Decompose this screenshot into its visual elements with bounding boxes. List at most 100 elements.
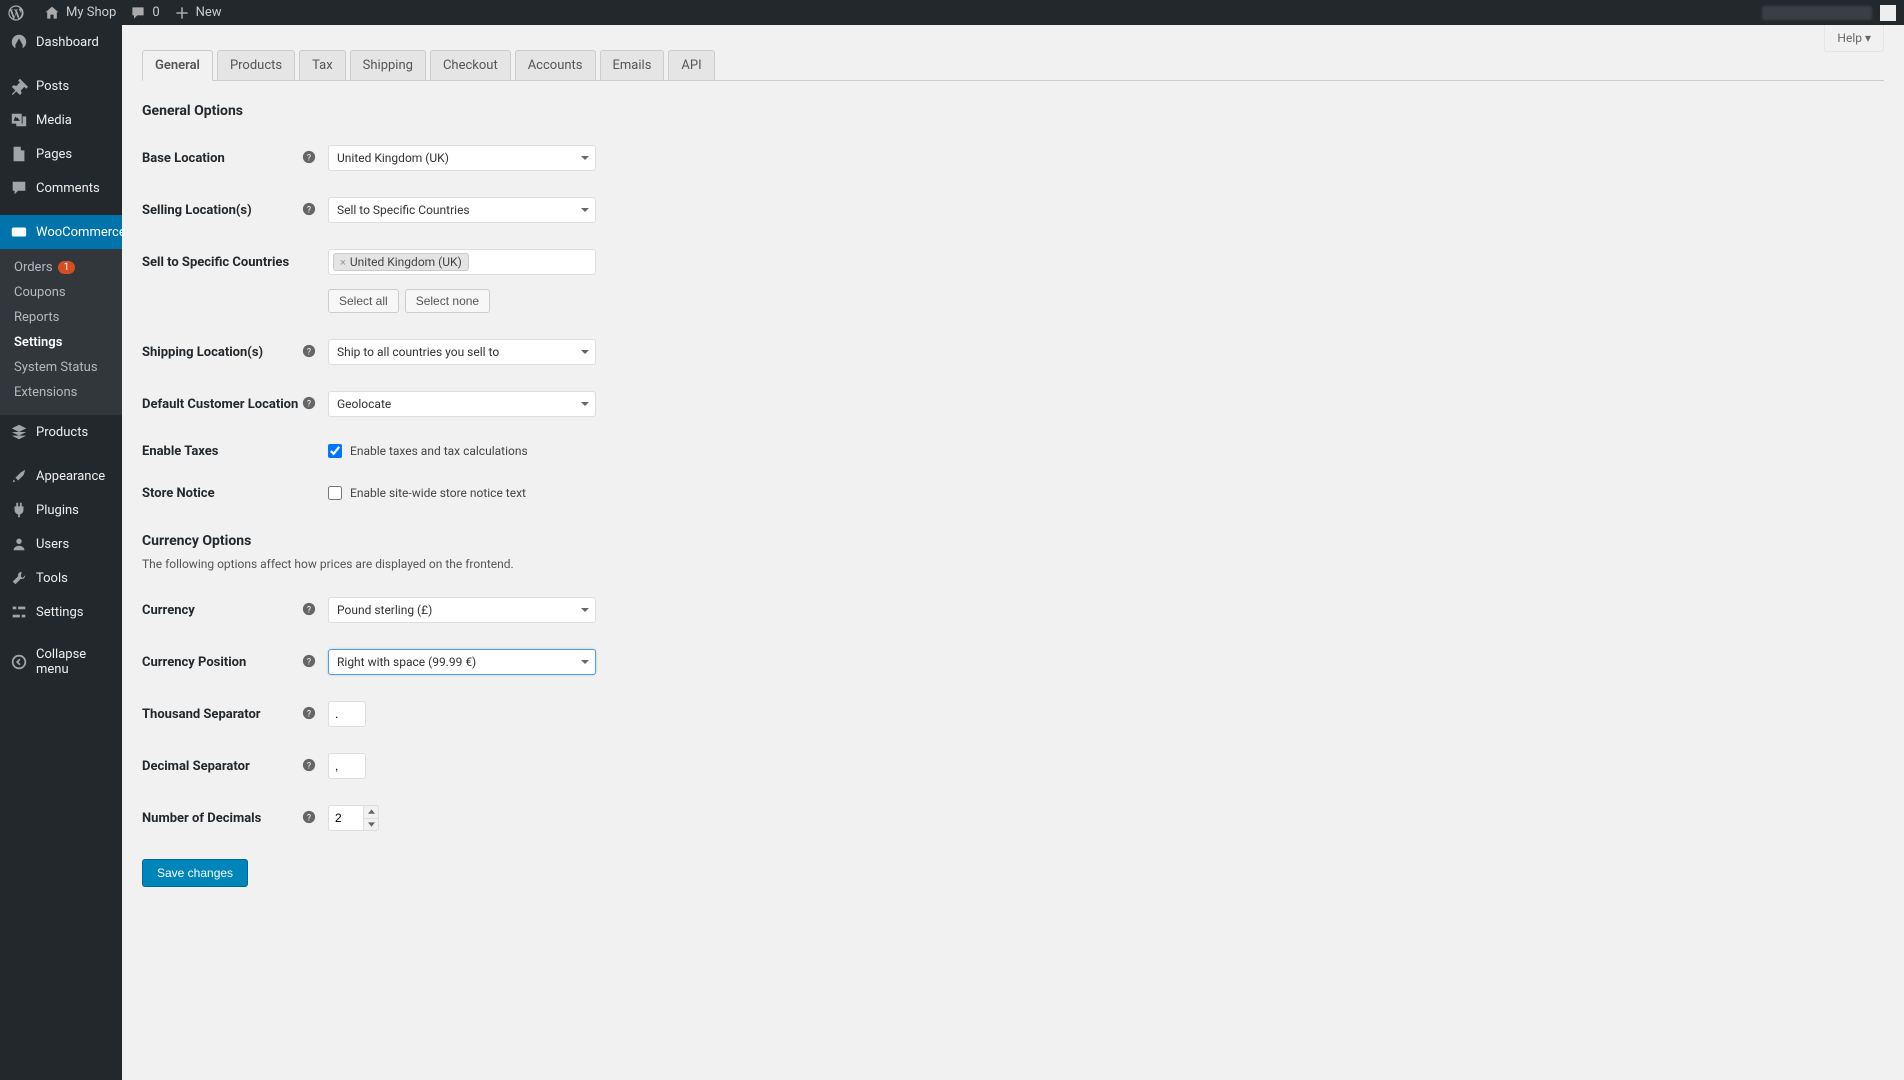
tab-checkout[interactable]: Checkout <box>430 50 511 80</box>
store-notice-label: Store Notice <box>142 486 302 501</box>
sidebar-item-appearance[interactable]: Appearance <box>0 459 122 493</box>
comments-count: 0 <box>152 5 159 20</box>
avatar[interactable] <box>1880 5 1896 21</box>
tab-products[interactable]: Products <box>217 50 295 80</box>
remove-chip-icon[interactable]: × <box>340 256 346 269</box>
shipping-locations-label: Shipping Location(s) <box>142 345 302 360</box>
help-icon[interactable]: ? <box>302 706 318 722</box>
sidebar-item-woocommerce[interactable]: WooCommerce <box>0 215 122 249</box>
sidebar-collapse[interactable]: Collapse menu <box>0 639 122 685</box>
sell-specific-countries-input[interactable]: × United Kingdom (UK) <box>328 249 596 275</box>
shipping-locations-select[interactable]: Ship to all countries you sell to <box>328 339 596 365</box>
currency-position-select[interactable]: Right with space (99.99 €) <box>328 649 596 675</box>
comments-link[interactable]: 0 <box>130 5 159 21</box>
sidebar-item-settings[interactable]: Settings <box>0 595 122 629</box>
currency-position-label: Currency Position <box>142 655 302 670</box>
sidebar-item-pages[interactable]: Pages <box>0 137 122 171</box>
svg-text:?: ? <box>307 154 311 164</box>
tab-tax[interactable]: Tax <box>299 50 346 80</box>
sidebar-item-tools[interactable]: Tools <box>0 561 122 595</box>
tab-general[interactable]: General <box>142 50 213 81</box>
site-name-text: My Shop <box>66 5 116 20</box>
help-icon[interactable]: ? <box>302 602 318 618</box>
general-options-heading: General Options <box>142 103 1884 119</box>
select-all-button[interactable]: Select all <box>328 289 399 313</box>
decimal-separator-input[interactable] <box>328 753 366 779</box>
home-icon <box>44 5 60 21</box>
tab-api[interactable]: API <box>668 50 714 80</box>
default-customer-location-value: Geolocate <box>337 397 391 411</box>
submenu-extensions[interactable]: Extensions <box>0 380 122 405</box>
settings-icon <box>10 603 28 621</box>
admin-bar: My Shop 0 New <box>0 0 1904 25</box>
enable-taxes-checkbox[interactable] <box>328 444 342 458</box>
svg-text:?: ? <box>307 400 311 410</box>
tab-shipping[interactable]: Shipping <box>350 50 426 80</box>
sidebar-label-dashboard: Dashboard <box>36 35 99 50</box>
submenu-coupons[interactable]: Coupons <box>0 280 122 305</box>
sidebar-label-plugins: Plugins <box>36 503 79 518</box>
country-chip: × United Kingdom (UK) <box>333 253 469 271</box>
chevron-down-icon <box>581 608 589 616</box>
spinner-up[interactable] <box>364 806 378 819</box>
sidebar-item-dashboard[interactable]: Dashboard <box>0 25 122 59</box>
default-customer-location-select[interactable]: Geolocate <box>328 391 596 417</box>
users-icon <box>10 535 28 553</box>
help-icon[interactable]: ? <box>302 344 318 360</box>
spinner-down[interactable] <box>364 819 378 831</box>
sell-specific-label: Sell to Specific Countries <box>142 255 302 270</box>
default-customer-location-label: Default Customer Location <box>142 397 302 412</box>
store-notice-checkbox[interactable] <box>328 486 342 500</box>
sidebar-label-posts: Posts <box>36 79 69 94</box>
sidebar-item-products[interactable]: Products <box>0 415 122 449</box>
tab-emails[interactable]: Emails <box>600 50 665 80</box>
currency-position-value: Right with space (99.99 €) <box>337 655 476 669</box>
tools-icon <box>10 569 28 587</box>
country-chip-label: United Kingdom (UK) <box>350 255 462 269</box>
thousand-separator-input[interactable] <box>328 701 366 727</box>
sidebar-label-pages: Pages <box>36 147 72 162</box>
submenu-system-status[interactable]: System Status <box>0 355 122 380</box>
chevron-down-icon <box>581 156 589 164</box>
selling-locations-select[interactable]: Sell to Specific Countries <box>328 197 596 223</box>
help-icon[interactable]: ? <box>302 150 318 166</box>
wp-logo[interactable] <box>8 5 30 21</box>
currency-select[interactable]: Pound sterling (£) <box>328 597 596 623</box>
help-icon[interactable]: ? <box>302 758 318 774</box>
sidebar-item-plugins[interactable]: Plugins <box>0 493 122 527</box>
select-none-button[interactable]: Select none <box>405 289 490 313</box>
help-icon[interactable]: ? <box>302 396 318 412</box>
base-location-value: United Kingdom (UK) <box>337 151 449 165</box>
tab-accounts[interactable]: Accounts <box>515 50 596 80</box>
shipping-locations-value: Ship to all countries you sell to <box>337 345 499 359</box>
svg-text:?: ? <box>307 606 311 616</box>
svg-text:?: ? <box>307 348 311 358</box>
submenu-orders[interactable]: Orders 1 <box>0 255 122 280</box>
help-toggle[interactable]: Help ▾ <box>1824 25 1884 52</box>
number-of-decimals-input[interactable] <box>328 805 364 831</box>
sidebar-label-users: Users <box>36 537 69 552</box>
number-of-decimals-stepper <box>328 805 379 831</box>
sidebar-item-posts[interactable]: Posts <box>0 69 122 103</box>
submenu-reports[interactable]: Reports <box>0 305 122 330</box>
wordpress-icon <box>8 5 24 21</box>
sidebar-item-media[interactable]: Media <box>0 103 122 137</box>
site-name-link[interactable]: My Shop <box>44 5 116 21</box>
new-content-link[interactable]: New <box>174 5 222 21</box>
chevron-down-icon <box>581 208 589 216</box>
sidebar-label-collapse: Collapse menu <box>36 647 112 677</box>
base-location-select[interactable]: United Kingdom (UK) <box>328 145 596 171</box>
help-icon[interactable]: ? <box>302 654 318 670</box>
help-icon[interactable]: ? <box>302 810 318 826</box>
sidebar-label-woocommerce: WooCommerce <box>36 225 126 240</box>
help-icon[interactable]: ? <box>302 202 318 218</box>
pages-icon <box>10 145 28 163</box>
sidebar-item-comments[interactable]: Comments <box>0 171 122 205</box>
media-icon <box>10 111 28 129</box>
currency-label: Currency <box>142 603 302 618</box>
submenu-settings[interactable]: Settings <box>0 330 122 355</box>
save-changes-button[interactable]: Save changes <box>142 859 248 887</box>
sidebar-item-users[interactable]: Users <box>0 527 122 561</box>
chevron-down-icon <box>581 350 589 358</box>
selling-locations-value: Sell to Specific Countries <box>337 203 470 217</box>
